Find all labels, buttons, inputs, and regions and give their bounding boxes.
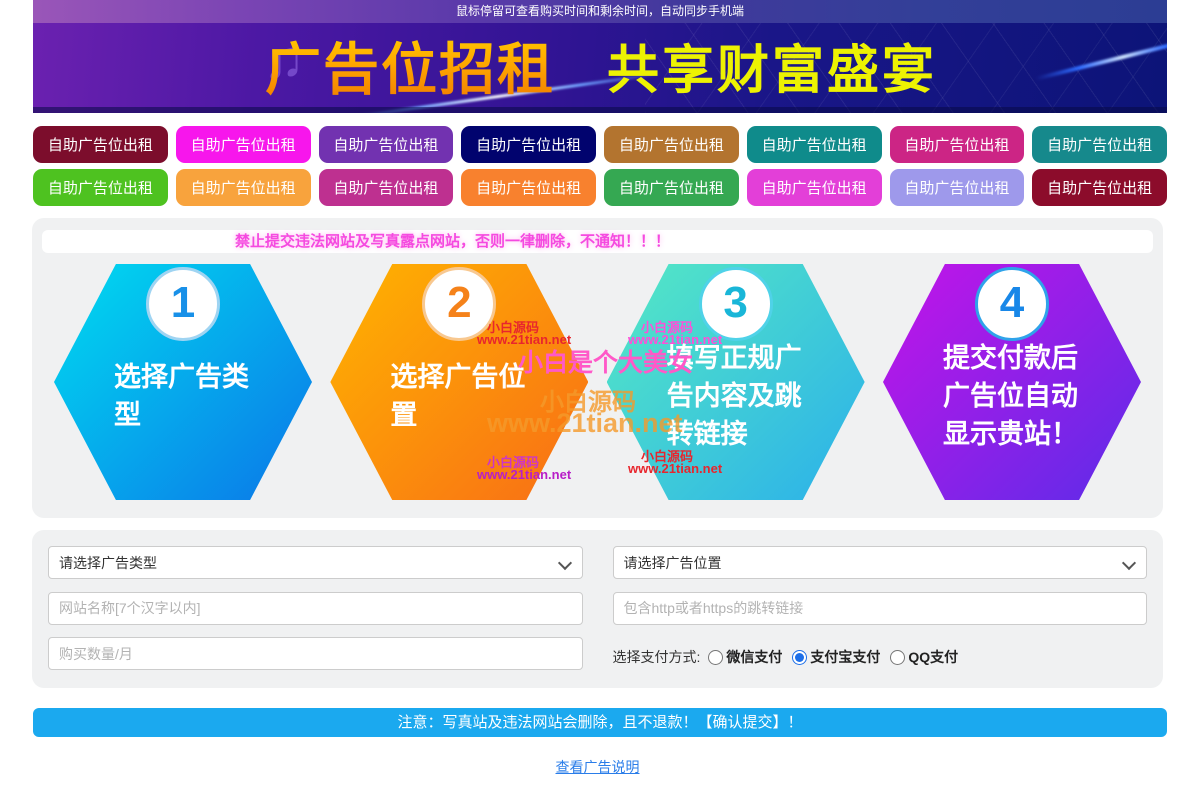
ad-slot-button[interactable]: 自助广告位出租: [890, 126, 1025, 163]
payment-option-label: 微信支付: [726, 647, 782, 667]
ad-slot-button[interactable]: 自助广告位出租: [1032, 169, 1167, 206]
step-label: 选择广告位置: [390, 330, 540, 435]
step-number-badge: 1: [146, 267, 220, 341]
payment-options: 微信支付 支付宝支付 QQ支付: [708, 647, 958, 667]
step-hexagon-2: 2选择广告位置: [330, 264, 588, 500]
ad-slot-button[interactable]: 自助广告位出租: [461, 169, 596, 206]
ad-slot-button[interactable]: 自助广告位出租: [604, 126, 739, 163]
step-hexagon-3: 3填写正规广告内容及跳转链接: [607, 264, 865, 500]
banner-title: 广告位招租: [265, 25, 555, 106]
ad-position-select[interactable]: 请选择广告位置: [613, 546, 1148, 579]
ad-slot-button[interactable]: 自助广告位出租: [33, 169, 168, 206]
ad-info-link[interactable]: 查看广告说明: [556, 759, 640, 775]
ad-slot-button-grid: 自助广告位出租自助广告位出租自助广告位出租自助广告位出租自助广告位出租自助广告位…: [33, 126, 1167, 212]
ad-slot-button[interactable]: 自助广告位出租: [747, 126, 882, 163]
steps-row: 1选择广告类型2选择广告位置3填写正规广告内容及跳转链接4提交付款后广告位自动显…: [32, 264, 1163, 500]
step-number-badge: 4: [975, 267, 1049, 341]
topbar-notice: 鼠标停留可查看购买时间和剩余时间，自动同步手机端: [33, 0, 1167, 23]
payment-option-3[interactable]: QQ支付: [890, 647, 958, 667]
submit-button[interactable]: 注意：写真站及违法网站会删除，且不退款！【确认提交】！: [33, 708, 1167, 737]
banner-text-row: 广告位招租 共享财富盛宴: [33, 23, 1167, 107]
ad-buttons-row1: 自助广告位出租自助广告位出租自助广告位出租自助广告位出租自助广告位出租自助广告位…: [33, 126, 1167, 163]
redirect-link-input[interactable]: [613, 592, 1148, 625]
steps-panel: 禁止提交违法网站及写真露点网站，否则一律删除，不通知！！！ 1选择广告类型2选择…: [32, 218, 1163, 518]
order-form-panel: 请选择广告类型 请选择广告位置 选择支付方式: 微信支付 支付宝支付 QQ支付: [32, 530, 1163, 688]
step-hexagon-1: 1选择广告类型: [54, 264, 312, 500]
payment-option-label: 支付宝支付: [810, 647, 880, 667]
header-banner: 鼠标停留可查看购买时间和剩余时间，自动同步手机端 ♫ 广告位招租 共享财富盛宴: [33, 0, 1167, 113]
quantity-input[interactable]: [48, 637, 583, 670]
ad-slot-button[interactable]: 自助广告位出租: [33, 126, 168, 163]
step-number-badge: 2: [422, 267, 496, 341]
payment-option-label: QQ支付: [908, 647, 958, 667]
warning-strip: 禁止提交违法网站及写真露点网站，否则一律删除，不通知！！！: [42, 230, 1153, 253]
ad-slot-button[interactable]: 自助广告位出租: [1032, 126, 1167, 163]
ad-buttons-row2: 自助广告位出租自助广告位出租自助广告位出租自助广告位出租自助广告位出租自助广告位…: [33, 169, 1167, 206]
ad-type-select[interactable]: 请选择广告类型: [48, 546, 583, 579]
banner-subtitle: 共享财富盛宴: [607, 28, 937, 103]
ad-slot-button[interactable]: 自助广告位出租: [176, 169, 311, 206]
payment-option-1[interactable]: 微信支付: [708, 647, 782, 667]
ad-slot-button[interactable]: 自助广告位出租: [747, 169, 882, 206]
ad-slot-button[interactable]: 自助广告位出租: [461, 126, 596, 163]
payment-radio[interactable]: [890, 650, 905, 665]
ad-slot-button[interactable]: 自助广告位出租: [319, 169, 454, 206]
step-label: 选择广告类型: [114, 330, 264, 435]
ad-slot-button[interactable]: 自助广告位出租: [319, 126, 454, 163]
ad-position-select-wrap: 请选择广告位置: [613, 546, 1148, 581]
payment-row: 选择支付方式: 微信支付 支付宝支付 QQ支付: [613, 637, 1148, 672]
ad-slot-button[interactable]: 自助广告位出租: [176, 126, 311, 163]
payment-radio[interactable]: [708, 650, 723, 665]
ad-slot-button[interactable]: 自助广告位出租: [604, 169, 739, 206]
footer-link-row: 查看广告说明: [0, 757, 1195, 777]
payment-option-2[interactable]: 支付宝支付: [792, 647, 880, 667]
site-name-input[interactable]: [48, 592, 583, 625]
ad-type-select-wrap: 请选择广告类型: [48, 546, 583, 581]
step-number-badge: 3: [699, 267, 773, 341]
ad-slot-button[interactable]: 自助广告位出租: [890, 169, 1025, 206]
step-hexagon-4: 4提交付款后广告位自动显示贵站！: [883, 264, 1141, 500]
payment-method-label: 选择支付方式:: [613, 647, 701, 667]
topbar-notice-text: 鼠标停留可查看购买时间和剩余时间，自动同步手机端: [456, 4, 744, 18]
payment-radio[interactable]: [792, 650, 807, 665]
warning-text: 禁止提交违法网站及写真露点网站，否则一律删除，不通知！！！: [235, 233, 670, 250]
